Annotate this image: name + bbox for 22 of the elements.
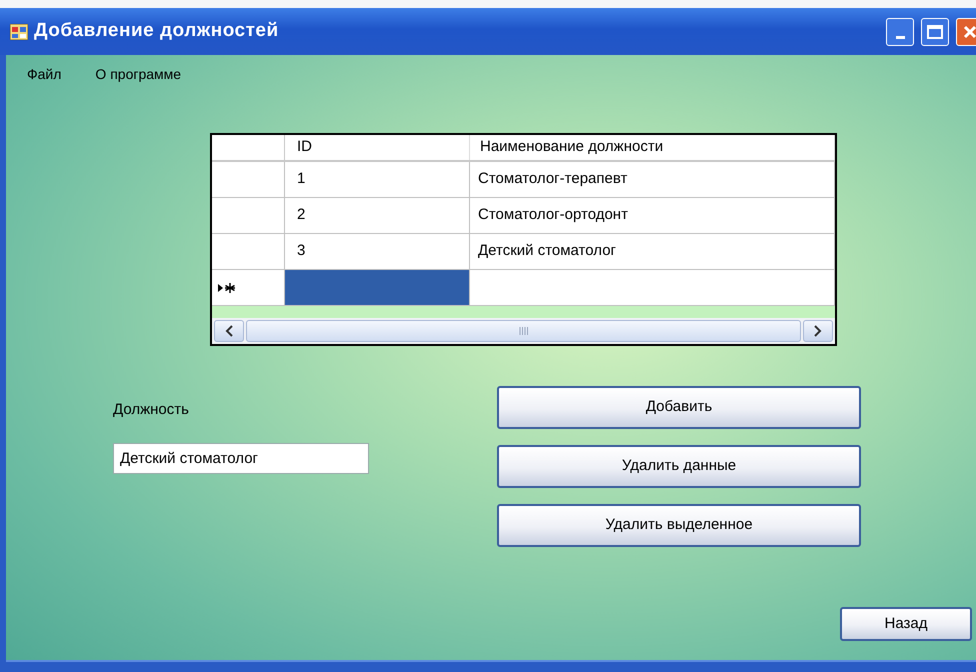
action-button[interactable]: Удалить выделенное <box>497 504 861 547</box>
scroll-right-button[interactable] <box>803 320 833 342</box>
scroll-thumb[interactable] <box>246 320 801 342</box>
horizontal-scrollbar[interactable] <box>212 318 835 344</box>
table-cell[interactable] <box>285 270 470 305</box>
column-header[interactable]: ID <box>285 135 470 160</box>
position-label: Должность <box>113 400 190 420</box>
window-title: Добавление должностей <box>34 19 279 44</box>
action-button[interactable]: Добавить <box>497 386 861 429</box>
close-icon <box>963 24 976 38</box>
column-header[interactable]: Наименование должности <box>470 135 835 160</box>
scroll-left-button[interactable] <box>214 320 244 342</box>
action-button[interactable]: Удалить данные <box>497 445 861 488</box>
menu-item[interactable]: О программе <box>95 64 182 88</box>
minimize-button[interactable] <box>886 18 914 46</box>
new-row-icon <box>218 282 236 292</box>
close-button[interactable] <box>956 18 976 46</box>
menu-item[interactable]: Файл <box>27 64 62 88</box>
back-button[interactable]: Назад <box>840 607 972 641</box>
position-field[interactable]: Детский стоматолог <box>113 442 369 474</box>
maximize-button[interactable] <box>921 18 949 46</box>
app-icon <box>10 24 28 40</box>
